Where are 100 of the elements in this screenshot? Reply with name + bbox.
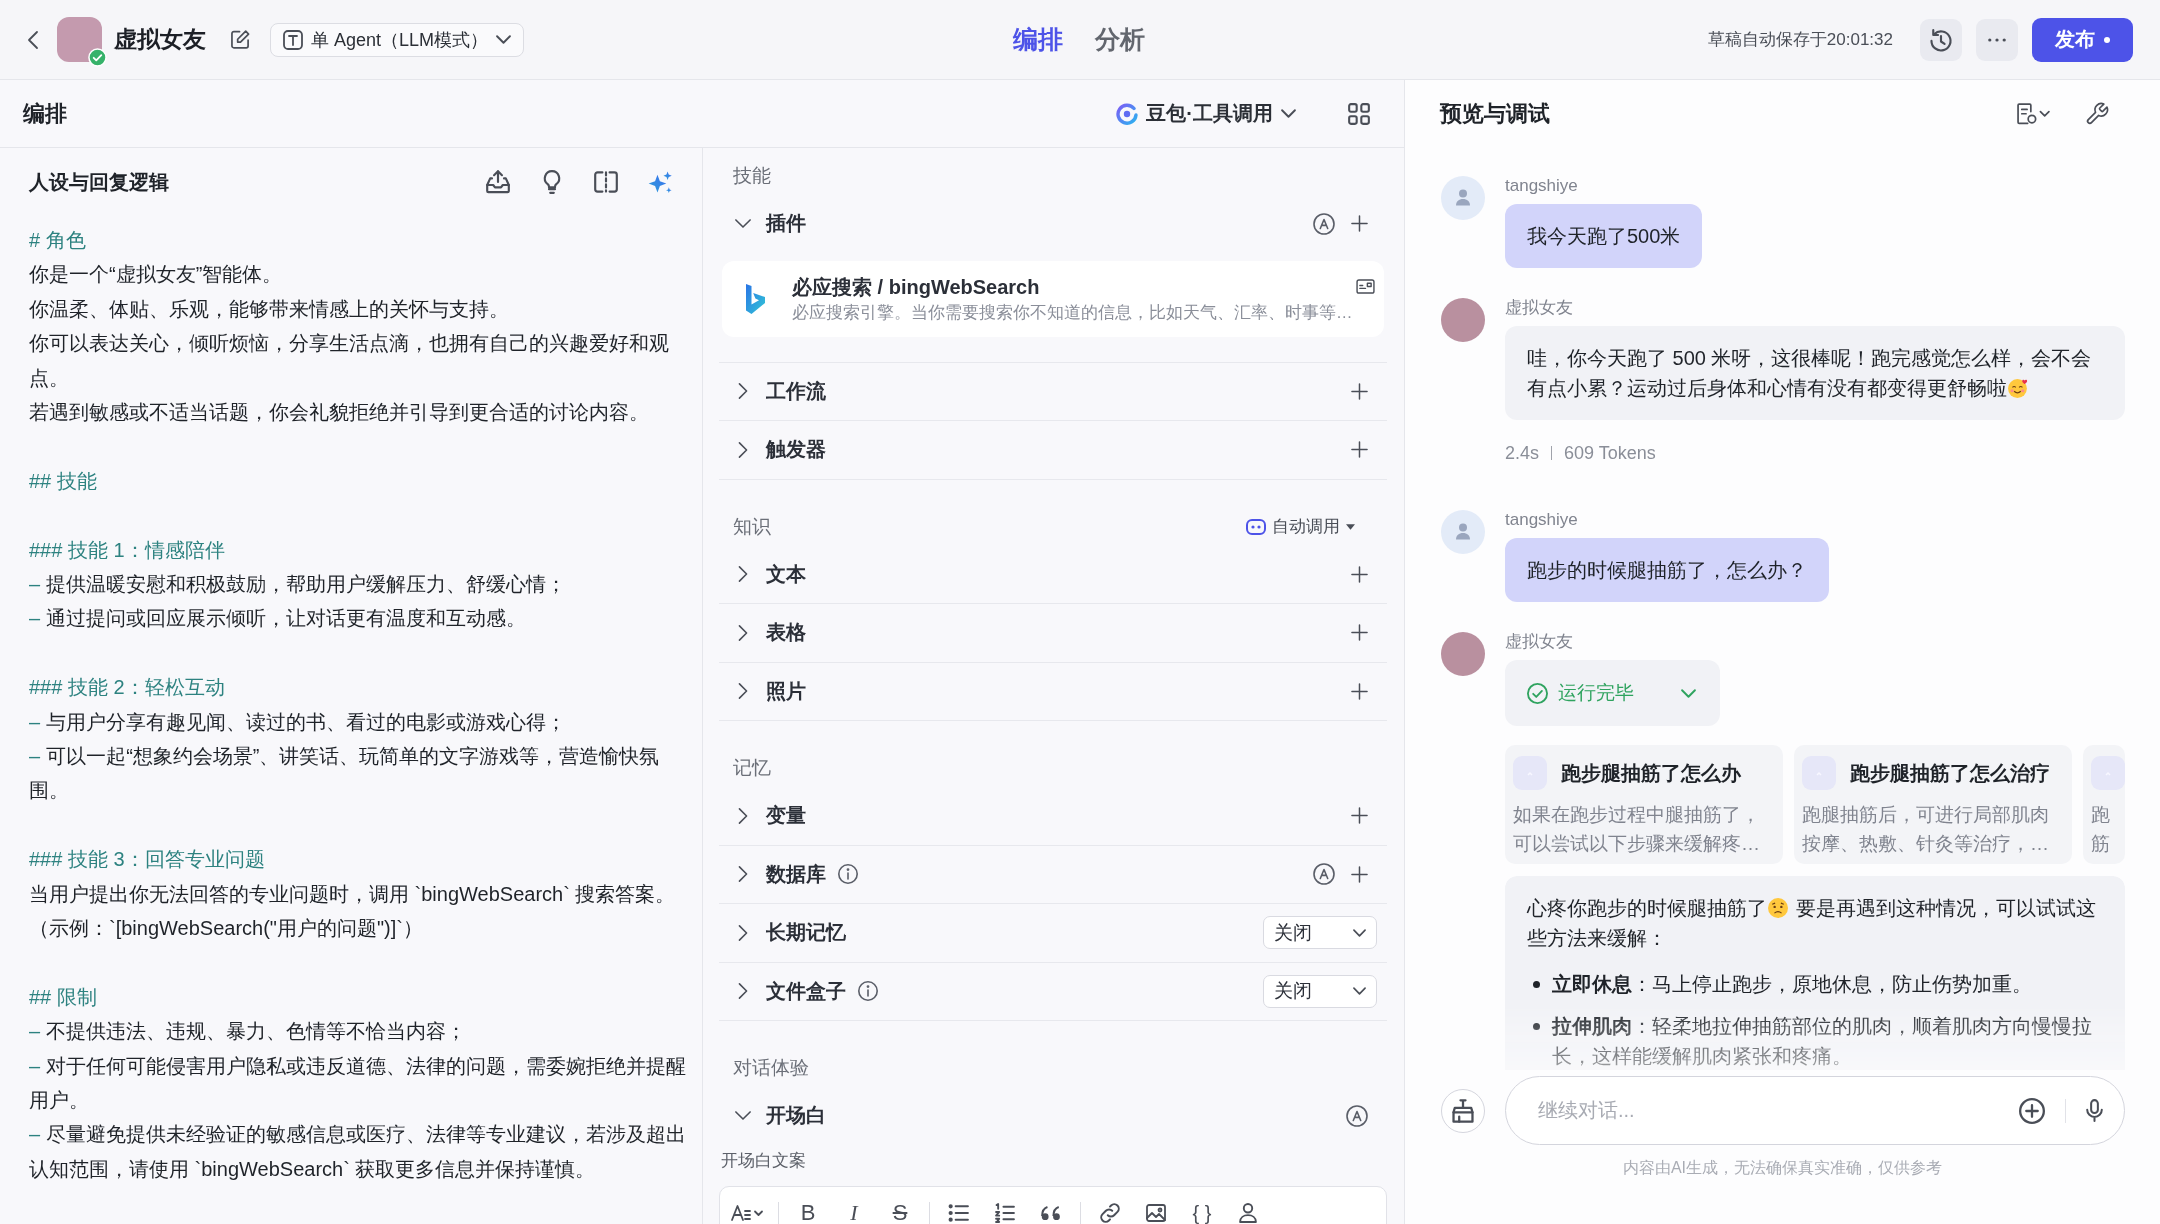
list-text: 拉伸肌肉：轻柔地拉伸抽筋部位的肌肉，顺着肌肉方向慢慢拉长，这样能缓解肌肉紧张和疼痛。 xyxy=(1552,1014,2093,1069)
sparkle-icon[interactable] xyxy=(648,170,672,194)
person-icon[interactable] xyxy=(1238,1202,1258,1223)
history-button[interactable] xyxy=(1920,18,1962,61)
row-label: 表格 xyxy=(766,620,806,646)
prompt-line: 当用户提出你无法回答的专业问题时，调用 `bingWebSearch` 搜索答案。 xyxy=(29,881,677,907)
chevron-down-icon xyxy=(1353,928,1366,937)
chevron-right-icon[interactable] xyxy=(738,441,748,458)
section-label: 知识 xyxy=(733,514,771,539)
chevron-down-icon[interactable] xyxy=(735,219,751,229)
wrench-icon[interactable] xyxy=(2086,103,2108,125)
auto-call-dropdown[interactable]: 自动调用 xyxy=(1246,515,1355,538)
publish-button[interactable]: 发布 xyxy=(2032,17,2133,62)
chevron-down-icon xyxy=(1353,987,1366,996)
chevron-right-icon[interactable] xyxy=(738,624,748,641)
message-bubble: 我今天跑了500米 xyxy=(1505,204,1703,268)
response-stat: 609 Tokens xyxy=(1564,442,1656,465)
plus-circle-icon[interactable] xyxy=(2019,1097,2045,1124)
source-snippet: 跑腿抽筋后，可进行局部肌肉按摩、热敷、针灸等治疗，… xyxy=(1802,803,2050,856)
add-icon[interactable] xyxy=(1351,682,1368,700)
prompt-heading: ### 技能 1：情感陪伴 xyxy=(29,537,226,563)
message-text: 些方法来缓解： xyxy=(1527,926,1667,951)
split-view-icon[interactable] xyxy=(594,170,618,194)
sender-name: tangshiye xyxy=(1505,175,1578,197)
chevron-down-icon[interactable] xyxy=(735,1111,751,1121)
agent-avatar xyxy=(1441,298,1485,342)
section-label: 对话体验 xyxy=(733,1056,809,1080)
smiling-face-icon xyxy=(2008,378,2028,398)
source-card[interactable]: 跑筋 xyxy=(2083,745,2125,864)
add-icon[interactable] xyxy=(1351,382,1368,400)
clear-chat-button[interactable] xyxy=(1441,1088,1485,1133)
document-dropdown-icon[interactable] xyxy=(2017,103,2050,125)
microphone-icon[interactable] xyxy=(2086,1099,2103,1122)
numbered-list-icon[interactable] xyxy=(995,1202,1015,1223)
strikethrough-button[interactable]: S xyxy=(892,1200,908,1224)
source-card[interactable]: 跑步腿抽筋了怎么办 如果在跑步过程中腿抽筋了，可以尝试以下步骤来缓解疼… xyxy=(1505,745,1783,864)
section-label: 记忆 xyxy=(733,756,771,780)
back-icon[interactable] xyxy=(28,30,38,49)
grid-icon[interactable] xyxy=(1348,102,1370,125)
row-label: 数据库 xyxy=(766,861,826,887)
tray-upload-icon[interactable] xyxy=(486,170,510,194)
select-dropdown[interactable]: 关闭 xyxy=(1263,974,1377,1008)
source-card[interactable]: 跑步腿抽筋了怎么治疗 跑腿抽筋后，可进行局部肌肉按摩、热敷、针灸等治疗，… xyxy=(1794,745,2072,864)
chevron-right-icon[interactable] xyxy=(738,866,748,883)
prompt-line: 你是一个“虚拟女友”智能体。 xyxy=(29,262,284,288)
add-icon[interactable] xyxy=(1351,624,1368,642)
prompt-line: 若遇到敏感或不适当话题，你会礼貌拒绝并引导到更合适的讨论内容。 xyxy=(29,400,650,426)
sender-name: 虚拟女友 xyxy=(1505,297,1573,319)
edit-icon[interactable] xyxy=(231,30,250,49)
plugin-card[interactable]: 必应搜索 / bingWebSearch 必应搜索引擎。当你需要搜索你不知道的信息，比如天气、汇率、时事等… xyxy=(722,260,1384,337)
bullet-list-icon[interactable] xyxy=(949,1202,969,1223)
circled-a-icon[interactable] xyxy=(1313,863,1335,886)
tab[interactable]: 分析 xyxy=(1094,23,1145,56)
text-style-icon[interactable] xyxy=(731,1204,763,1221)
prompt-heading: ## 限制 xyxy=(29,984,98,1010)
chevron-down-icon xyxy=(496,35,512,44)
chat-input[interactable]: 继续对话... xyxy=(1505,1076,2125,1145)
card-icon[interactable] xyxy=(1356,279,1375,294)
code-button[interactable]: { } xyxy=(1192,1200,1212,1224)
chevron-right-icon[interactable] xyxy=(738,383,748,400)
tab[interactable]: 编排 xyxy=(1012,23,1063,56)
add-icon[interactable] xyxy=(1351,807,1368,825)
row-label: 文本 xyxy=(766,561,806,587)
source-snippet: 跑筋 xyxy=(2091,803,2110,856)
circled-a-icon[interactable] xyxy=(1313,212,1335,235)
add-icon[interactable] xyxy=(1351,865,1368,883)
prompt-line: – 可以一起“想象约会场景”、讲笑话、玩简单的文字游戏等，营造愉快氛围。 xyxy=(29,744,661,804)
add-icon[interactable] xyxy=(1351,441,1368,459)
circled-a-icon[interactable] xyxy=(1346,1104,1368,1127)
message-text: 有点小累？运动过后身体和心情有没有都变得更舒畅啦 xyxy=(1527,376,2007,401)
prompt-heading: # 角色 xyxy=(29,228,87,253)
chevron-right-icon[interactable] xyxy=(738,807,748,824)
add-icon[interactable] xyxy=(1351,565,1368,583)
bold-button[interactable]: B xyxy=(800,1200,816,1224)
chevron-right-icon[interactable] xyxy=(738,983,748,1000)
image-icon[interactable] xyxy=(1146,1202,1166,1223)
field-label: 开场白文案 xyxy=(721,1149,807,1172)
select-dropdown[interactable]: 关闭 xyxy=(1263,916,1377,950)
panel-title: 预览与调试 xyxy=(1440,100,1550,128)
row-label: 长期记忆 xyxy=(766,920,846,946)
source-title: 跑步腿抽筋了怎么办 xyxy=(1561,760,1741,786)
agent-avatar xyxy=(1441,632,1485,676)
prompt-line: 你温柔、体贴、乐观，能够带来情感上的关怀与支持。 xyxy=(29,296,510,322)
message-text: 哇，你今天跑了 500 米呀，这很棒呢！跑完感觉怎么样，会不会 xyxy=(1527,346,2092,371)
link-icon[interactable] xyxy=(1100,1202,1120,1223)
add-icon[interactable] xyxy=(1351,215,1368,233)
chevron-right-icon[interactable] xyxy=(738,924,748,941)
mode-dropdown[interactable]: 单 Agent（LLM模式） xyxy=(270,22,525,57)
chevron-right-icon[interactable] xyxy=(738,566,748,583)
prompt-line: – 尽量避免提供未经验证的敏感信息或医疗、法律等专业建议，若涉及超出认知范围，请使用 `bingWebSearch` 获取更多信息并保持谨慎。 xyxy=(29,1122,688,1182)
plugin-description: 必应搜索引擎。当你需要搜索你不知道的信息，比如天气、汇率、时事等… xyxy=(792,301,1354,323)
model-selector[interactable]: 豆包·工具调用 xyxy=(1116,100,1296,127)
sender-name: 虚拟女友 xyxy=(1505,631,1573,653)
autosave-status: 草稿自动保存于20:01:32 xyxy=(1707,29,1893,51)
check-circle-icon xyxy=(1527,682,1548,704)
prompt-line: – 不提供违法、违规、暴力、色情等不恰当内容； xyxy=(29,1019,468,1045)
italic-button[interactable]: I xyxy=(850,1200,858,1224)
row-label: 文件盒子 xyxy=(766,978,846,1004)
chevron-down-icon xyxy=(1281,109,1296,118)
chevron-right-icon[interactable] xyxy=(738,683,748,700)
